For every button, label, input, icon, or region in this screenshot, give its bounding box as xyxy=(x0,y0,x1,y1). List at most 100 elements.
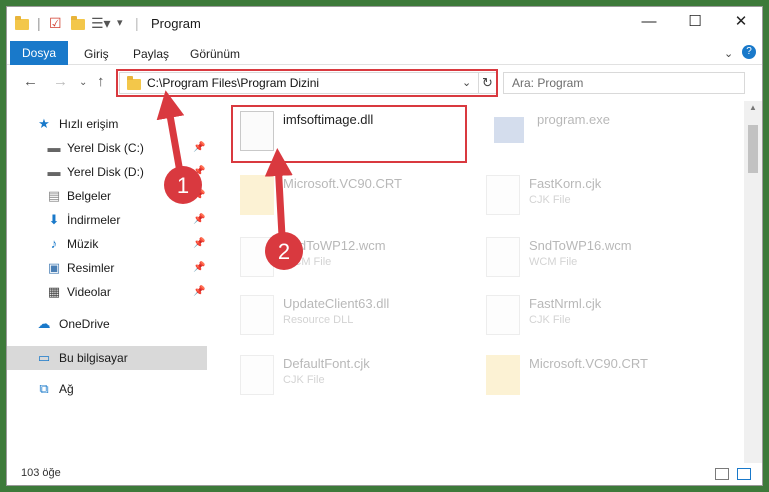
sidebar-item-label: İndirmeler xyxy=(67,213,121,227)
sidebar-item-network[interactable]: ⧉ Ağ xyxy=(7,377,207,401)
file-name: FastKorn.cjk xyxy=(529,176,602,191)
folder-quick-icon[interactable] xyxy=(15,15,29,31)
document-file-icon xyxy=(486,175,520,215)
sidebar-item-quick-access[interactable]: ★ Hızlı erişim xyxy=(7,112,207,136)
file-name: DefaultFont.cjk xyxy=(283,356,370,371)
navigation-pane: ★ Hızlı erişim ▬ Yerel Disk (C:) 📌 ▬ Yer… xyxy=(7,101,207,463)
tab-view[interactable]: Görünüm xyxy=(190,43,240,65)
exe-file-icon xyxy=(494,117,524,143)
file-type: Resource DLL xyxy=(283,314,354,326)
details-view-icon[interactable] xyxy=(715,468,729,480)
pin-icon: 📌 xyxy=(193,142,206,153)
sidebar-item-label: Hızlı erişim xyxy=(59,117,119,131)
vertical-scrollbar[interactable]: ▲ xyxy=(744,101,762,463)
cloud-icon: ☁ xyxy=(37,316,51,331)
file-item[interactable]: FastNrml.cjk CJK File xyxy=(478,289,718,347)
sidebar-item-onedrive[interactable]: ☁ OneDrive xyxy=(7,312,207,336)
file-type: WCM File xyxy=(529,256,578,268)
maximize-button[interactable]: ☐ xyxy=(672,7,718,37)
folder-icon xyxy=(240,175,274,215)
sidebar-item-videos[interactable]: ▦ Videolar 📌 xyxy=(7,280,207,304)
document-file-icon xyxy=(240,237,274,277)
file-item[interactable]: program.exe xyxy=(486,105,726,163)
document-file-icon xyxy=(486,295,520,335)
new-folder-icon[interactable] xyxy=(71,15,85,31)
sidebar-item-label: Müzik xyxy=(67,237,99,251)
file-name: program.exe xyxy=(537,112,610,127)
sidebar-item-documents[interactable]: ▤ Belgeler 📌 xyxy=(7,184,207,208)
pin-icon: 📌 xyxy=(193,238,206,249)
tab-home[interactable]: Giriş xyxy=(84,43,109,65)
expand-ribbon-icon[interactable]: ⌄ xyxy=(724,43,733,65)
search-placeholder[interactable]: Ara: Program xyxy=(512,76,583,90)
window-title: Program xyxy=(151,16,201,31)
dropdown-icon[interactable]: ▾ xyxy=(117,15,123,31)
file-type: WCM File xyxy=(283,256,332,268)
sidebar-item-pictures[interactable]: ▣ Resimler 📌 xyxy=(7,256,207,280)
search-box[interactable]: Ara: Program xyxy=(503,72,745,94)
file-highlight xyxy=(231,105,467,163)
minimize-button[interactable]: — xyxy=(626,7,672,37)
file-name: SndToWP12.wcm xyxy=(283,238,386,253)
sidebar-item-label: OneDrive xyxy=(59,317,110,331)
drive-icon: ▬ xyxy=(47,140,61,155)
tab-share[interactable]: Paylaş xyxy=(133,43,169,65)
ribbon: Dosya Giriş Paylaş Görünüm ⌄ ? xyxy=(7,41,762,65)
sidebar-item-label: Ağ xyxy=(59,382,74,396)
file-type: CJK File xyxy=(283,374,325,386)
sidebar-item-drive-c[interactable]: ▬ Yerel Disk (C:) 📌 xyxy=(7,136,207,160)
sidebar-item-label: Yerel Disk (D:) xyxy=(67,165,144,179)
sidebar-item-label: Bu bilgisayar xyxy=(59,351,128,365)
file-type: CJK File xyxy=(529,314,571,326)
file-item[interactable]: SndToWP16.wcm WCM File xyxy=(478,231,718,289)
document-file-icon xyxy=(240,355,274,395)
sidebar-item-drive-d[interactable]: ▬ Yerel Disk (D:) 📌 xyxy=(7,160,207,184)
pin-icon: 📌 xyxy=(193,166,206,177)
explorer-window: | ☑ ☰▾ ▾ | Program — ☐ ✕ Dosya Giriş Pay… xyxy=(6,6,763,486)
scrollbar-thumb[interactable] xyxy=(748,125,758,173)
help-icon[interactable]: ? xyxy=(742,45,756,59)
sidebar-item-label: Videolar xyxy=(67,285,111,299)
sidebar-item-label: Yerel Disk (C:) xyxy=(67,141,144,155)
file-name: UpdateClient63.dll xyxy=(283,296,390,311)
documents-icon: ▤ xyxy=(47,188,61,203)
file-item[interactable]: DefaultFont.cjk CJK File xyxy=(232,349,472,407)
file-item[interactable]: SndToWP12.wcm WCM File xyxy=(232,231,472,289)
file-item[interactable]: Microsoft.VC90.CRT xyxy=(232,169,472,227)
sidebar-item-label: Resimler xyxy=(67,261,115,275)
file-item[interactable]: FastKorn.cjk CJK File xyxy=(478,169,718,227)
status-bar: 103 öğe xyxy=(7,463,762,485)
back-arrow-icon[interactable]: ← xyxy=(23,73,38,90)
file-item[interactable]: UpdateClient63.dll Resource DLL xyxy=(232,289,472,347)
tab-file[interactable]: Dosya xyxy=(10,41,68,65)
sidebar-item-this-pc[interactable]: ▭ Bu bilgisayar xyxy=(7,346,207,370)
drive-icon: ▬ xyxy=(47,164,61,179)
file-name: SndToWP16.wcm xyxy=(529,238,632,253)
star-icon: ★ xyxy=(38,116,50,131)
customize-icon[interactable]: ☰▾ xyxy=(91,15,111,31)
pin-icon: 📌 xyxy=(193,190,206,201)
folder-icon xyxy=(486,355,520,395)
scroll-up-icon[interactable]: ▲ xyxy=(749,103,757,112)
address-highlight xyxy=(116,69,498,97)
title-bar: | ☑ ☰▾ ▾ | Program — ☐ ✕ xyxy=(7,7,762,41)
music-icon: ♪ xyxy=(50,236,58,251)
file-type: CJK File xyxy=(529,194,571,206)
forward-arrow-icon[interactable]: → xyxy=(53,73,68,90)
pin-icon: 📌 xyxy=(193,286,206,297)
sidebar-item-music[interactable]: ♪ Müzik 📌 xyxy=(7,232,207,256)
file-name: Microsoft.VC90.CRT xyxy=(283,176,402,191)
close-button[interactable]: ✕ xyxy=(718,7,762,37)
up-arrow-icon[interactable]: ↑ xyxy=(97,73,105,90)
recent-dropdown-icon[interactable]: ⌄ xyxy=(79,77,87,88)
separator-icon: | xyxy=(37,15,41,31)
dll-file-icon xyxy=(240,295,274,335)
file-item[interactable]: Microsoft.VC90.CRT xyxy=(478,349,718,407)
network-icon: ⧉ xyxy=(39,381,49,396)
download-icon: ⬇ xyxy=(48,212,60,227)
large-icons-view-icon[interactable] xyxy=(737,468,751,480)
sidebar-item-downloads[interactable]: ⬇ İndirmeler 📌 xyxy=(7,208,207,232)
separator-icon: | xyxy=(135,15,139,31)
properties-icon[interactable]: ☑ xyxy=(49,15,62,31)
document-file-icon xyxy=(486,237,520,277)
